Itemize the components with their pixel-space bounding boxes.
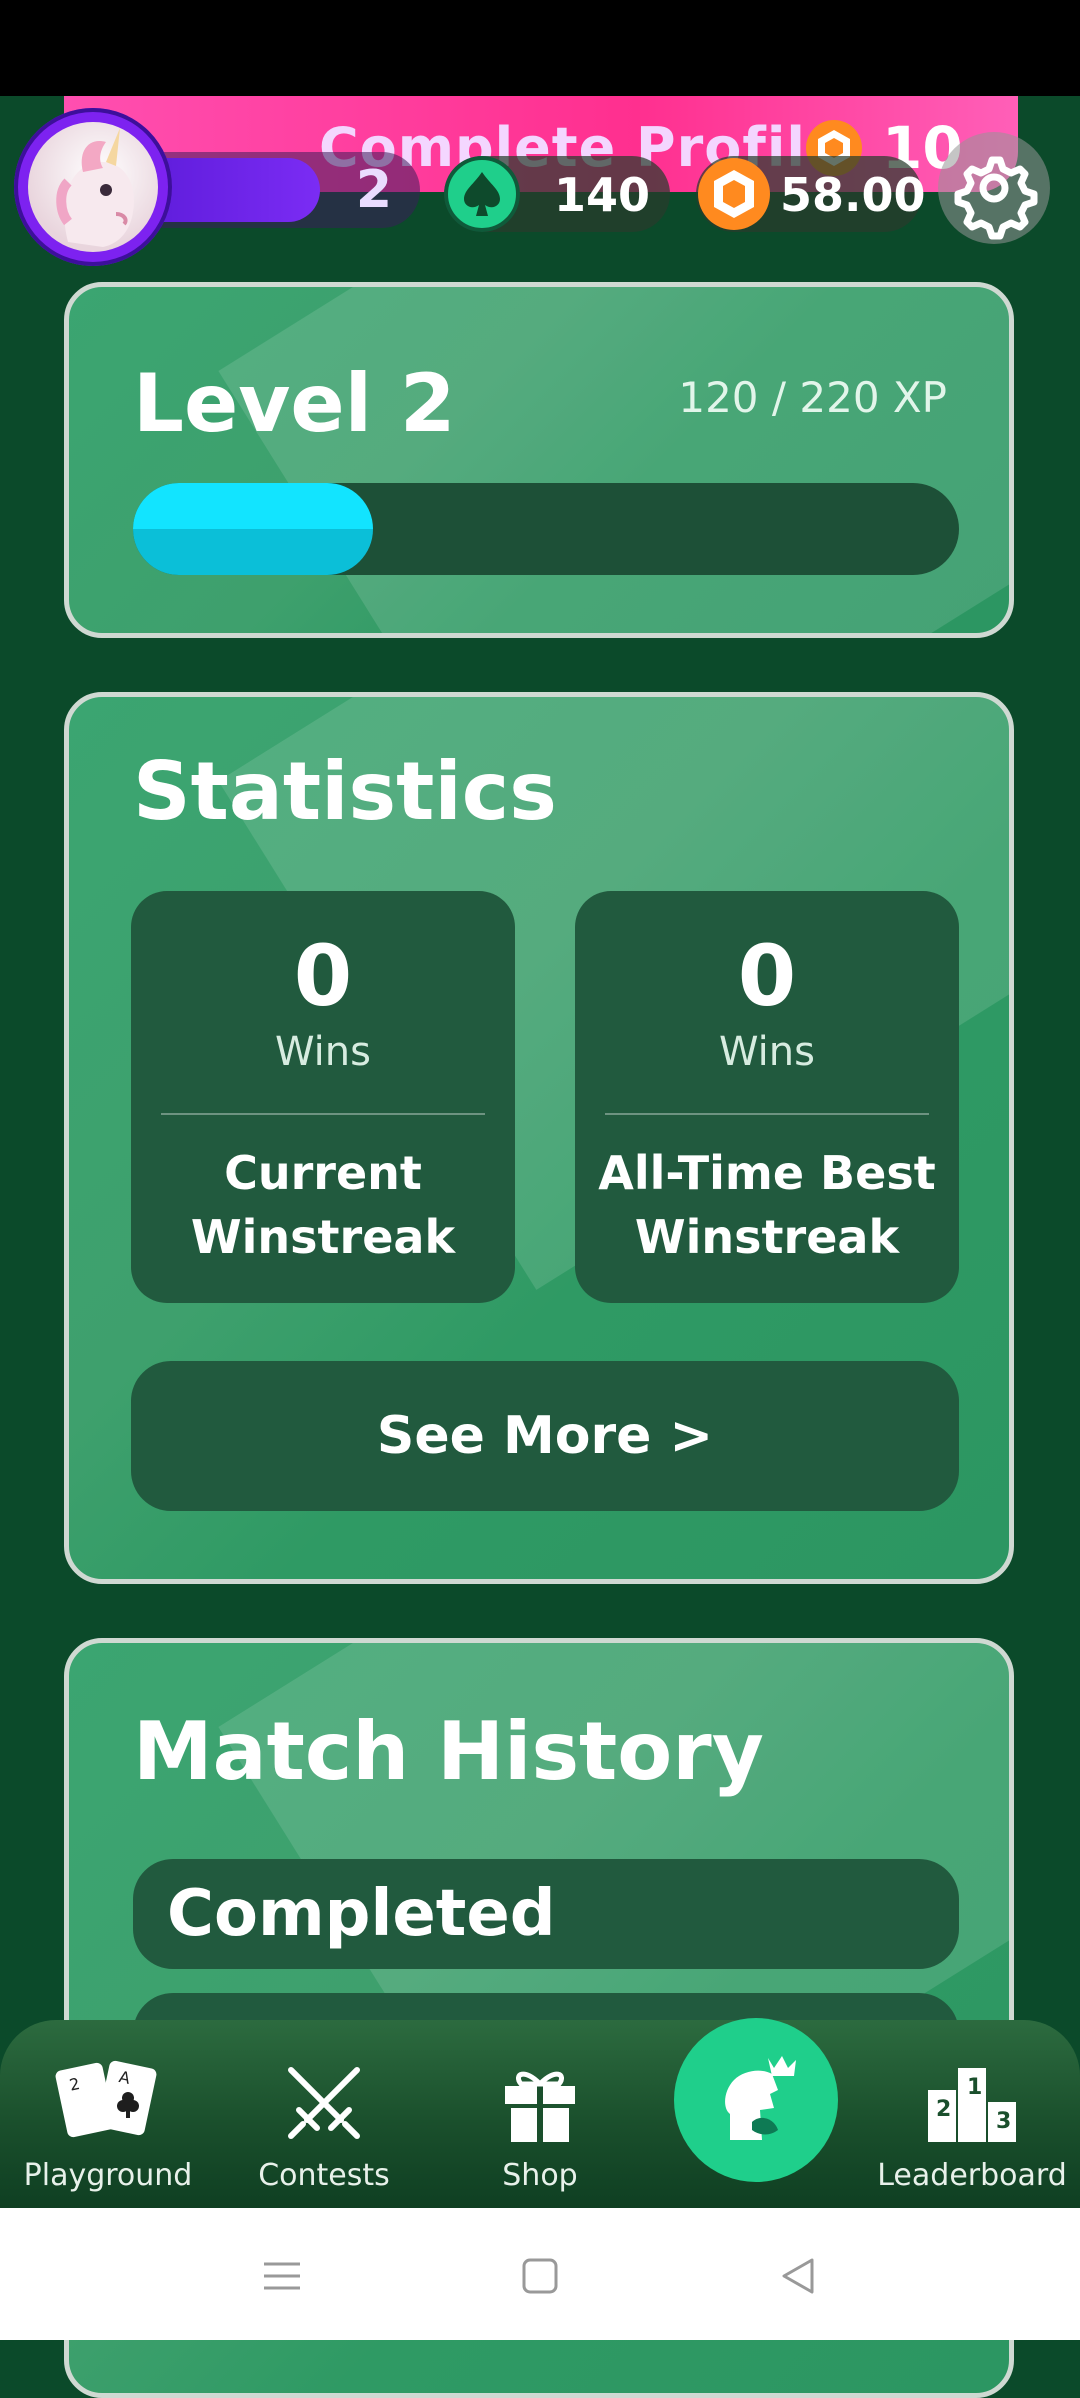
divider: [605, 1113, 929, 1115]
menu-icon[interactable]: [262, 2256, 302, 2296]
best-winstreak-label-line2: Winstreak: [634, 1210, 900, 1264]
best-winstreak-label: All-Time Best Winstreak: [585, 1141, 949, 1269]
level-title: Level 2: [133, 357, 456, 450]
match-history-title: Match History: [133, 1705, 764, 1798]
nav-contests-label: Contests: [258, 2158, 390, 2193]
gift-icon: [505, 2071, 575, 2142]
xp-progress-bar: [133, 483, 959, 575]
svg-text:2: 2: [936, 2097, 951, 2122]
gear-icon: [954, 156, 1038, 240]
current-winstreak-label: Current Winstreak: [141, 1141, 505, 1269]
see-more-button[interactable]: See More >: [131, 1361, 959, 1511]
play-button[interactable]: [674, 2018, 838, 2182]
nav-contests[interactable]: Contests: [216, 2020, 432, 2208]
system-navigation-bar: [0, 2208, 1080, 2340]
bottom-navigation: 2 A Playground Contests Shop 1 2 3 Leade…: [0, 2020, 1080, 2208]
svg-text:3: 3: [996, 2109, 1011, 2134]
spade-balance-value: 140: [554, 168, 651, 222]
podium-icon: 1 2 3: [928, 2068, 1016, 2142]
svg-text:1: 1: [967, 2075, 982, 2100]
status-bar: [0, 0, 1080, 96]
spade-balance[interactable]: 140: [444, 156, 670, 232]
coin-icon: [698, 158, 770, 230]
best-winstreak-label-line1: All-Time Best: [598, 1146, 936, 1200]
best-winstreak-box: 0 Wins All-Time Best Winstreak: [575, 891, 959, 1303]
xp-progress-fill: [133, 483, 374, 575]
match-history-row-label: Completed: [167, 1877, 556, 1951]
settings-button[interactable]: [938, 132, 1050, 244]
spade-icon: [444, 156, 520, 232]
level-badge-number: 2: [355, 160, 392, 220]
nav-shop[interactable]: Shop: [432, 2020, 648, 2208]
crossed-swords-icon: [288, 2067, 360, 2139]
best-winstreak-unit: Wins: [719, 1029, 815, 1075]
level-card: Level 2 120 / 220 XP: [64, 282, 1014, 638]
nav-playground[interactable]: 2 A Playground: [0, 2020, 216, 2208]
nav-leaderboard[interactable]: 1 2 3 Leaderboard: [864, 2020, 1080, 2208]
coin-balance[interactable]: 58.00: [696, 156, 926, 232]
current-winstreak-value: 0: [293, 927, 353, 1025]
nav-shop-label: Shop: [502, 2158, 578, 2193]
statistics-card: Statistics 0 Wins Current Winstreak 0 Wi…: [64, 692, 1014, 1584]
xp-text: 120 / 220 XP: [678, 373, 947, 422]
back-icon[interactable]: [778, 2256, 818, 2296]
coin-balance-value: 58.00: [780, 168, 926, 222]
best-winstreak-value: 0: [737, 927, 797, 1025]
avatar[interactable]: [14, 108, 172, 266]
current-winstreak-unit: Wins: [275, 1029, 371, 1075]
match-history-tab-completed[interactable]: Completed: [133, 1859, 959, 1969]
current-winstreak-box: 0 Wins Current Winstreak: [131, 891, 515, 1303]
knight-crown-icon: [725, 2056, 796, 2140]
cards-icon: 2 A: [55, 2060, 157, 2138]
nav-playground-label: Playground: [23, 2158, 193, 2193]
nav-leaderboard-label: Leaderboard: [877, 2158, 1067, 2193]
unicorn-avatar-image: [28, 122, 158, 252]
current-winstreak-label-line1: Current: [224, 1146, 422, 1200]
current-winstreak-label-line2: Winstreak: [190, 1210, 456, 1264]
home-icon[interactable]: [520, 2256, 560, 2296]
statistics-title: Statistics: [133, 745, 557, 838]
divider: [161, 1113, 485, 1115]
